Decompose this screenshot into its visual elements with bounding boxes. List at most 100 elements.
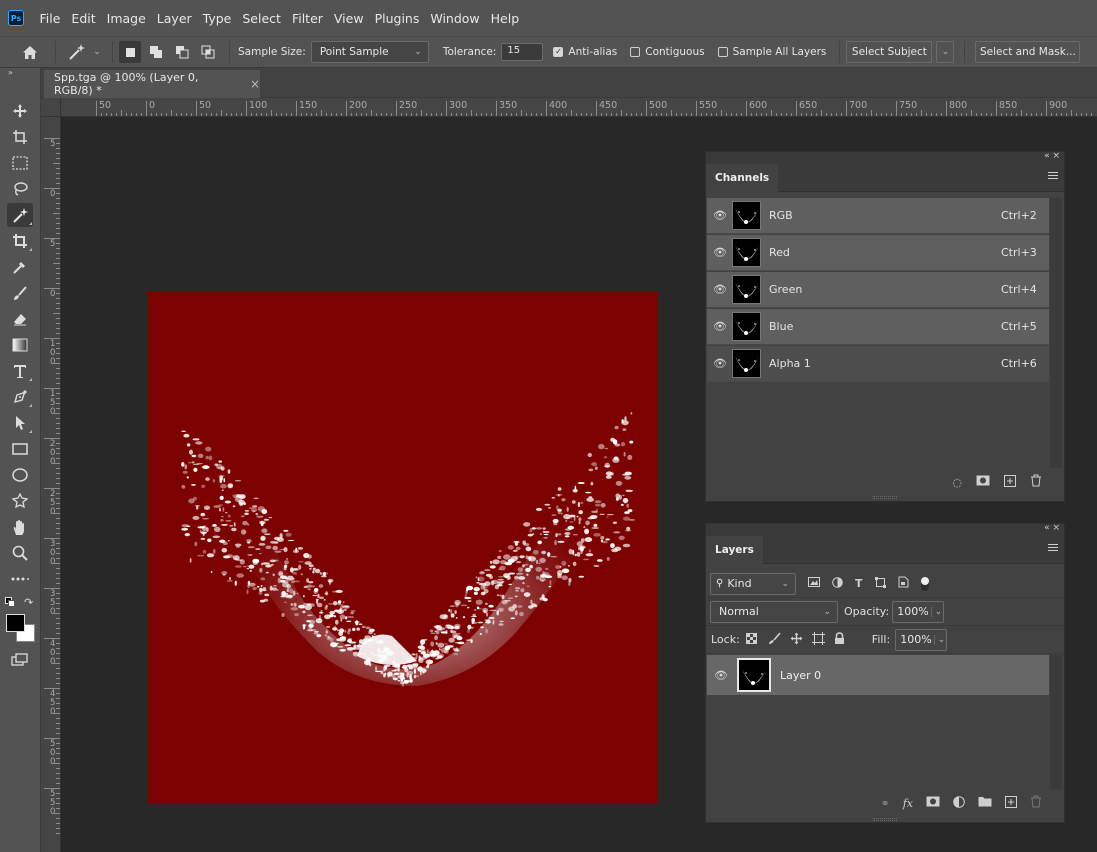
layer-style-icon[interactable]: fx [903, 797, 913, 810]
anti-alias-checkbox[interactable]: ✓ Anti-alias [553, 46, 617, 58]
artboard-tool[interactable] [7, 125, 33, 149]
channel-row-rgb[interactable]: 👁 RGB Ctrl+2 [707, 198, 1049, 234]
ruler-origin[interactable] [41, 98, 61, 117]
save-selection-as-channel-icon[interactable] [976, 475, 990, 489]
lock-transparent-pixels-icon[interactable] [745, 632, 757, 647]
eraser-tool[interactable] [7, 307, 33, 331]
layer-name[interactable]: Layer 0 [780, 669, 821, 682]
document-canvas[interactable] [147, 291, 658, 803]
menu-plugins[interactable]: Plugins [369, 11, 425, 26]
blend-mode-dropdown[interactable]: Normal ⌄ [710, 600, 838, 623]
pen-tool[interactable] [7, 385, 33, 409]
document-tab[interactable]: Spp.tga @ 100% (Layer 0, RGB/8) * × [44, 70, 260, 98]
menu-type[interactable]: Type [197, 11, 237, 26]
add-to-selection-button[interactable] [145, 41, 167, 63]
menu-select[interactable]: Select [237, 11, 287, 26]
select-subject-options-button[interactable]: ⌄ [936, 41, 955, 63]
panel-menu-icon[interactable] [1048, 544, 1058, 553]
marquee-tool[interactable] [7, 151, 33, 175]
filter-type-icon[interactable]: T [855, 577, 863, 590]
filter-toggle-switch[interactable] [920, 576, 929, 591]
sample-size-dropdown[interactable]: Point Sample ⌄ [310, 41, 429, 63]
menu-help[interactable]: Help [485, 11, 525, 26]
eye-icon[interactable]: 👁 [713, 283, 727, 296]
channel-row-green[interactable]: 👁 Green Ctrl+4 [707, 272, 1049, 308]
tab-channels[interactable]: Channels [706, 164, 779, 192]
home-button[interactable] [11, 38, 49, 66]
move-tool[interactable] [7, 99, 33, 123]
menu-view[interactable]: View [328, 11, 369, 26]
new-layer-icon[interactable] [1005, 795, 1017, 811]
photoshop-logo[interactable]: Ps [8, 10, 24, 26]
contiguous-checkbox[interactable]: Contiguous [630, 46, 705, 58]
custom-shape-tool[interactable] [7, 489, 33, 513]
new-group-icon[interactable] [978, 796, 992, 810]
vertical-ruler[interactable]: 5 0 5 0 100 150 200 250 300 350 400 450 500 550 [41, 98, 61, 852]
lock-image-pixels-icon[interactable] [768, 631, 781, 648]
filter-adjustment-icon[interactable] [832, 576, 843, 591]
hand-tool[interactable] [7, 515, 33, 539]
load-channel-as-selection-icon[interactable]: ◌ [952, 476, 962, 489]
filter-shape-icon[interactable] [874, 576, 886, 591]
lock-all-icon[interactable] [834, 631, 845, 648]
intersect-selection-button[interactable] [197, 41, 219, 63]
menu-file[interactable]: File [34, 11, 66, 26]
horizontal-ruler[interactable]: 50 0 50 100 150 200 250 300 350 400 450 500 550 600 65… [61, 98, 1097, 117]
gradient-tool[interactable] [7, 333, 33, 357]
select-subject-button[interactable]: Select Subject [846, 41, 933, 63]
panel-resize-grip[interactable] [873, 496, 897, 499]
tolerance-input[interactable]: 15 [501, 43, 544, 61]
edit-toolbar-button[interactable] [7, 567, 33, 591]
collapse-toolbar-icon[interactable]: » [0, 68, 40, 82]
rectangle-tool[interactable] [7, 437, 33, 461]
eye-icon[interactable]: 👁 [713, 209, 727, 222]
opacity-input[interactable]: 100% ⌄ [892, 600, 945, 623]
link-layers-icon[interactable]: ⚭ [881, 797, 890, 810]
subtract-from-selection-button[interactable] [171, 41, 193, 63]
new-channel-icon[interactable] [1004, 474, 1016, 490]
select-and-mask-button[interactable]: Select and Mask... [975, 41, 1081, 63]
channels-scrollbar[interactable] [1050, 198, 1062, 468]
layer-row[interactable]: 👁 Layer 0 [707, 655, 1049, 695]
menu-layer[interactable]: Layer [151, 11, 197, 26]
delete-channel-icon[interactable] [1030, 474, 1042, 490]
new-selection-button[interactable] [119, 41, 141, 63]
screen-mode-button[interactable] [7, 648, 33, 672]
eye-icon[interactable]: 👁 [713, 320, 727, 333]
add-layer-mask-icon[interactable] [926, 796, 940, 810]
eye-icon[interactable]: 👁 [714, 669, 728, 682]
lock-artboard-icon[interactable] [811, 631, 825, 648]
type-tool[interactable] [7, 359, 33, 383]
magic-wand-tool[interactable] [7, 203, 33, 227]
lasso-tool[interactable] [7, 177, 33, 201]
menu-filter[interactable]: Filter [286, 11, 328, 26]
collapse-panel-icon[interactable]: « × [1044, 523, 1060, 533]
sample-all-layers-checkbox[interactable]: Sample All Layers [717, 46, 826, 58]
channel-row-blue[interactable]: 👁 Blue Ctrl+5 [707, 309, 1049, 345]
close-icon[interactable]: × [250, 77, 260, 91]
lock-position-icon[interactable] [790, 632, 803, 648]
panel-menu-icon[interactable] [1048, 172, 1058, 181]
menu-window[interactable]: Window [425, 11, 485, 26]
foreground-color-swatch[interactable] [6, 614, 25, 632]
crop-tool[interactable] [7, 229, 33, 253]
adjustment-layer-icon[interactable] [953, 795, 965, 811]
collapse-panel-icon[interactable]: « × [1044, 151, 1060, 161]
filter-kind-dropdown[interactable]: ⚲ Kind ⌄ [710, 572, 796, 595]
brush-tool[interactable] [7, 281, 33, 305]
path-selection-tool[interactable] [7, 411, 33, 435]
channel-row-red[interactable]: 👁 Red Ctrl+3 [707, 235, 1049, 271]
filter-pixel-icon[interactable] [808, 577, 820, 590]
eye-icon[interactable]: 👁 [713, 357, 727, 370]
default-colors-icon[interactable] [5, 597, 15, 607]
channel-row-alpha-1[interactable]: 👁 Alpha 1 Ctrl+6 [707, 346, 1049, 382]
tool-preset-picker[interactable]: ⌄ [62, 39, 106, 65]
layers-scrollbar[interactable] [1050, 655, 1062, 790]
panel-resize-grip[interactable] [873, 818, 897, 821]
zoom-tool[interactable] [7, 541, 33, 565]
delete-layer-icon[interactable] [1030, 795, 1042, 811]
eye-icon[interactable]: 👁 [713, 246, 727, 259]
menu-image[interactable]: Image [101, 11, 151, 26]
menu-edit[interactable]: Edit [66, 11, 101, 26]
swap-colors-icon[interactable]: ↷ [24, 596, 33, 609]
